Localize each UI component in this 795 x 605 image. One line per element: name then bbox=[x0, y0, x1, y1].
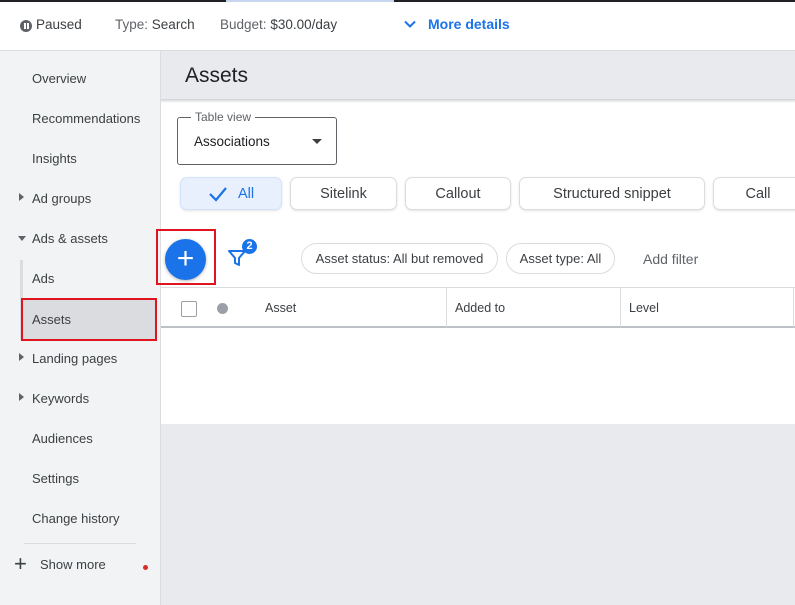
table-view-label: Table view bbox=[191, 110, 256, 124]
more-details-label: More details bbox=[428, 16, 510, 32]
filter-chip-asset-status[interactable]: Asset status: All but removed bbox=[301, 243, 498, 274]
column-header-level[interactable]: Level bbox=[629, 301, 659, 315]
column-header-added-to[interactable]: Added to bbox=[455, 301, 505, 315]
table-header: Asset Added to Level bbox=[161, 287, 795, 328]
table-view-select[interactable]: Table view Associations bbox=[177, 110, 337, 165]
campaign-budget[interactable]: Budget: $30.00/day bbox=[220, 17, 337, 32]
caret-right-icon bbox=[19, 353, 24, 361]
campaign-budget-label: Budget: bbox=[220, 17, 267, 32]
sidebar-item-label: Ad groups bbox=[32, 190, 92, 206]
chip-callout[interactable]: Callout bbox=[405, 177, 511, 210]
sidebar-item-label: Ads bbox=[32, 270, 55, 286]
add-button-highlight-box bbox=[156, 229, 216, 285]
sidebar-item-insights[interactable]: Insights bbox=[0, 138, 160, 178]
sidebar-item-label: Change history bbox=[32, 510, 120, 526]
top-accent-segment bbox=[226, 0, 394, 2]
chip-structured-snippet[interactable]: Structured snippet bbox=[519, 177, 705, 210]
campaign-type-label: Type: bbox=[115, 17, 149, 32]
header-shadow bbox=[161, 99, 795, 103]
page-title: Assets bbox=[185, 64, 249, 87]
sidebar-item-ad-groups[interactable]: Ad groups bbox=[0, 178, 160, 218]
select-all-checkbox[interactable] bbox=[181, 301, 197, 317]
add-filter-button[interactable]: Add filter bbox=[643, 251, 698, 267]
filter-chip-asset-type[interactable]: Asset type: All bbox=[506, 243, 615, 274]
sidebar-item-label: Insights bbox=[32, 150, 77, 166]
caret-right-icon bbox=[19, 193, 24, 201]
sidebar-item-landing-pages[interactable]: Landing pages bbox=[0, 338, 160, 378]
column-divider bbox=[793, 288, 794, 327]
chip-label: Sitelink bbox=[320, 185, 367, 202]
sidebar-item-overview[interactable]: Overview bbox=[0, 58, 160, 98]
sidebar-item-label: Landing pages bbox=[32, 350, 118, 366]
pause-icon bbox=[20, 20, 32, 32]
chip-label: Structured snippet bbox=[553, 185, 671, 202]
sidebar-item-change-history[interactable]: Change history bbox=[0, 498, 160, 538]
main-content: Assets Table view Associations All Sitel… bbox=[161, 51, 795, 605]
chip-call[interactable]: Call bbox=[713, 177, 795, 210]
sidebar-item-recommendations[interactable]: Recommendations bbox=[0, 98, 160, 138]
campaign-type: Type: Search bbox=[115, 17, 195, 32]
chip-label: Call bbox=[745, 185, 771, 202]
plus-icon: + bbox=[14, 551, 27, 576]
top-accent-line bbox=[0, 0, 795, 2]
assets-highlight-box bbox=[21, 298, 157, 341]
chip-label: All bbox=[237, 185, 255, 202]
sidebar-item-settings[interactable]: Settings bbox=[0, 458, 160, 498]
status-dot-icon bbox=[217, 303, 228, 314]
sidebar-divider bbox=[24, 543, 136, 544]
caret-right-icon bbox=[19, 393, 24, 401]
filter-count-badge: 2 bbox=[242, 239, 257, 254]
sidebar-item-label: Keywords bbox=[32, 390, 90, 406]
show-more-button[interactable]: + Show more bbox=[14, 553, 106, 575]
show-more-label: Show more bbox=[40, 556, 106, 572]
filter-chip-label: Asset type: All bbox=[519, 251, 602, 266]
sidebar-item-ads-assets[interactable]: Ads & assets bbox=[0, 218, 160, 258]
check-icon bbox=[209, 186, 227, 202]
chip-label: Callout bbox=[435, 185, 481, 202]
chevron-down-icon bbox=[404, 20, 416, 28]
column-header-asset[interactable]: Asset bbox=[265, 301, 296, 315]
campaign-header-bar: Paused Type: Search Budget: $30.00/day M… bbox=[0, 0, 795, 51]
sidebar-item-keywords[interactable]: Keywords bbox=[0, 378, 160, 418]
caret-down-icon bbox=[18, 236, 26, 241]
sidebar-item-ads[interactable]: Ads bbox=[0, 258, 160, 298]
column-divider bbox=[620, 288, 621, 327]
campaign-budget-value: $30.00/day bbox=[270, 17, 338, 32]
filter-chip-label: Asset status: All but removed bbox=[315, 251, 484, 266]
campaign-status[interactable]: Paused bbox=[36, 17, 82, 32]
more-details-button[interactable]: More details bbox=[402, 16, 510, 32]
table-toolbar-area: + 2 Asset status: All but removed Asset … bbox=[161, 229, 795, 424]
column-divider bbox=[446, 288, 447, 327]
chip-sitelink[interactable]: Sitelink bbox=[290, 177, 397, 210]
sidebar-item-label: Settings bbox=[32, 470, 79, 486]
table-view-value: Associations bbox=[194, 134, 270, 149]
sidebar-item-audiences[interactable]: Audiences bbox=[0, 418, 160, 458]
sidebar-item-label: Audiences bbox=[32, 430, 93, 446]
campaign-type-value: Search bbox=[151, 17, 195, 32]
chip-all[interactable]: All bbox=[180, 177, 282, 210]
sidebar-item-label: Ads & assets bbox=[32, 230, 108, 246]
notification-dot bbox=[143, 565, 148, 570]
dropdown-arrow-icon bbox=[312, 139, 322, 144]
sidebar-item-label: Overview bbox=[32, 70, 87, 86]
sidebar-item-label: Recommendations bbox=[32, 110, 141, 126]
